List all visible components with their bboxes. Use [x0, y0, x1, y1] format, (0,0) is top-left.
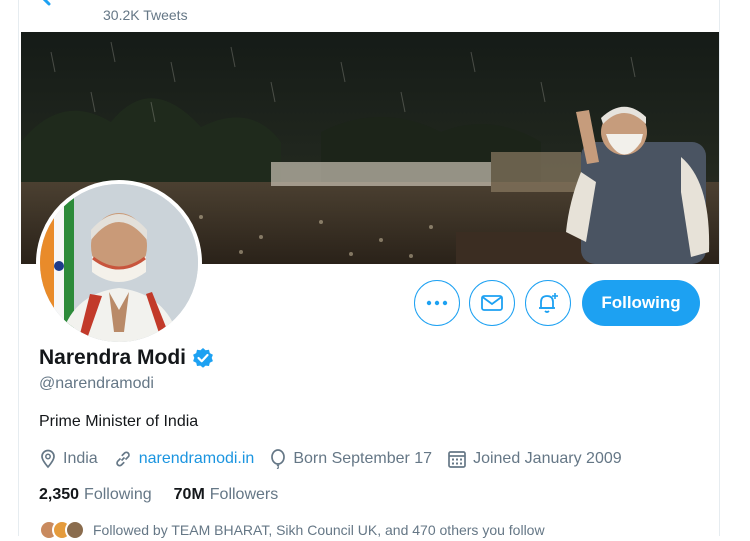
profile-handle: @narendramodi: [39, 375, 154, 392]
following-button[interactable]: Following: [582, 280, 700, 326]
more-options-button[interactable]: [414, 280, 460, 326]
follow-stats: 2,350 Following 70M Followers: [39, 486, 300, 504]
location-pin-icon: [41, 449, 55, 469]
website-item[interactable]: narendramodi.in: [113, 449, 255, 469]
following-count: 2,350: [39, 486, 80, 503]
profile-meta: India narendramodi.in Born September 17: [39, 449, 637, 469]
location-text: India: [63, 450, 98, 467]
joined-text: Joined January 2009: [473, 450, 622, 467]
profile-avatar[interactable]: [36, 180, 202, 346]
balloon-icon: [271, 449, 286, 469]
back-arrow-icon[interactable]: [35, 0, 65, 12]
followed-by-avatars: [39, 519, 87, 541]
verified-badge-icon: [193, 348, 213, 368]
followers-label: Followers: [209, 486, 279, 503]
mail-icon: [481, 295, 503, 311]
calendar-icon: [448, 451, 466, 468]
website-link[interactable]: narendramodi.in: [139, 450, 255, 468]
profile-header-bar: 30.2K Tweets: [19, 0, 719, 32]
tweet-count: 30.2K Tweets: [103, 7, 188, 23]
following-label: Following: [84, 486, 152, 503]
more-options-icon: [426, 300, 448, 306]
birthday-text: Born September 17: [293, 450, 433, 467]
followers-stat-link[interactable]: 70M Followers: [174, 486, 279, 504]
followed-by-row[interactable]: Followed by TEAM BHARAT, Sikh Council UK…: [39, 519, 545, 541]
notifications-button[interactable]: [525, 280, 571, 326]
birthday-item: Born September 17: [269, 449, 432, 469]
following-stat-link[interactable]: 2,350 Following: [39, 486, 152, 504]
profile-bio: Prime Minister of India: [39, 413, 199, 430]
profile-column: 30.2K Tweets Following Narendra Modi @na…: [18, 0, 720, 540]
message-button[interactable]: [469, 280, 515, 326]
mini-avatar: [65, 520, 85, 540]
profile-name: Narendra Modi: [39, 346, 187, 369]
followers-count: 70M: [173, 486, 205, 503]
profile-name-row: Narendra Modi: [39, 346, 214, 370]
joined-item: Joined January 2009: [447, 449, 622, 469]
location-item: India: [39, 449, 98, 469]
link-icon: [115, 451, 130, 467]
bell-plus-icon: [539, 293, 558, 313]
